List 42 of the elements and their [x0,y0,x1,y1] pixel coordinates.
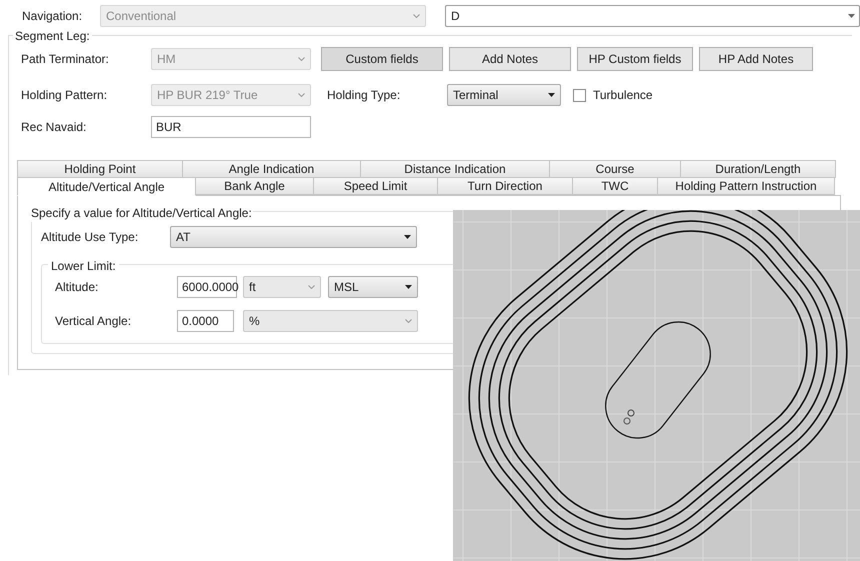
field-label: Altitude Use Type: [41,229,140,246]
vertical-angle-field[interactable]: 0.0000 [177,310,234,332]
tab[interactable]: Bank Angle [195,177,314,195]
dropdown-arrow-icon [848,14,855,18]
altitude-field[interactable]: 6000.0000 [177,276,237,298]
chevron-icon [298,57,305,61]
field-label: Path Terminator: [21,51,110,68]
tab[interactable]: Holding Pattern Instruction [657,177,835,195]
dropdown-arrow-icon [548,93,555,97]
chevron-icon [413,14,420,18]
holding-type-dropdown[interactable]: Terminal [447,84,561,106]
rec-navaid-field[interactable]: BUR [151,116,311,138]
field-label: Rec Navaid: [21,119,88,136]
tab[interactable]: Angle Indication [182,160,361,178]
field-label: Altitude: [55,279,100,296]
altitude-use-type-dropdown[interactable]: AT [170,226,417,248]
reference-dropdown[interactable]: MSL [328,276,418,298]
field-label: Holding Pattern: [21,87,108,104]
field-label: Holding Type: [327,87,402,104]
chevron-icon [298,93,305,97]
tab[interactable]: TWC [572,177,658,195]
action-button[interactable]: Add Notes [449,47,571,71]
field-label: Navigation: [22,9,82,23]
tab[interactable]: Holding Point [17,160,183,178]
tab[interactable]: Duration/Length [680,160,836,178]
tab[interactable]: Speed Limit [313,177,438,195]
checkbox[interactable] [573,88,586,102]
tab[interactable]: Distance Indication [360,160,550,178]
tab[interactable]: Course [549,160,681,178]
unit-dropdown[interactable]: % [243,310,418,332]
field-label: Turbulence [593,87,653,104]
field-label: Vertical Angle: [55,313,132,330]
chevron-icon [405,319,412,323]
chevron-icon [308,285,315,289]
dropdown-arrow-icon [405,285,412,289]
action-button[interactable]: HP Add Notes [699,47,813,71]
dropdown-arrow-icon [404,235,411,239]
unit-dropdown[interactable]: ft [243,276,321,298]
tab[interactable]: Turn Direction [437,177,573,195]
action-button[interactable]: HP Custom fields [577,47,693,71]
tab[interactable]: Altitude/Vertical Angle [17,177,196,196]
action-button[interactable]: Custom fields [321,47,443,71]
